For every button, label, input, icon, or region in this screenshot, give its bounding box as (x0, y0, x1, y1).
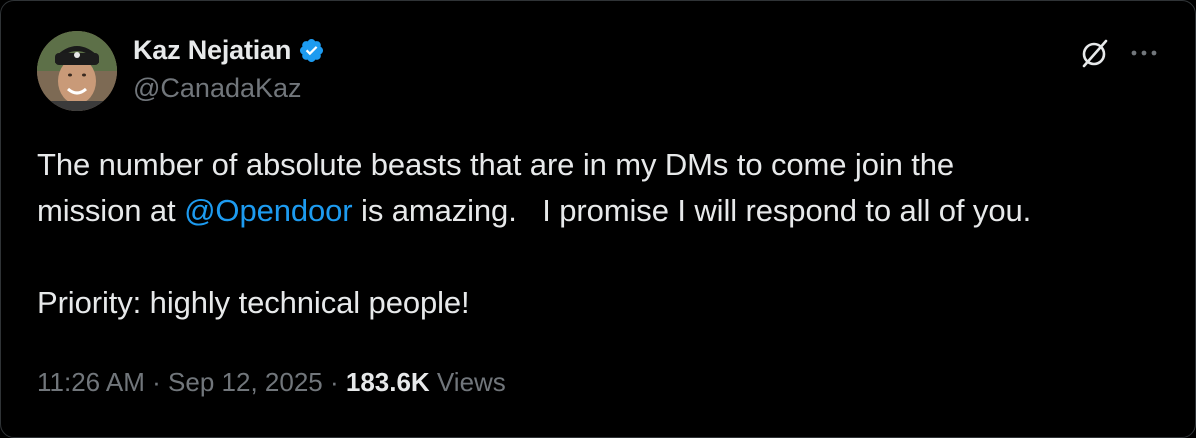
views-label: Views (429, 367, 506, 397)
avatar-image (37, 31, 117, 111)
verified-badge-icon[interactable] (298, 37, 325, 64)
tweet-text-line-1: The number of absolute beasts that are i… (37, 147, 955, 182)
tweet-time[interactable]: 11:26 AM (37, 367, 145, 398)
views-count[interactable]: 183.6K (346, 367, 430, 398)
mention-link[interactable]: @Opendoor (184, 193, 353, 228)
avatar[interactable] (37, 31, 117, 111)
tweet-meta: 11:26 AM · Sep 12, 2025 · 183.6K Views (37, 367, 506, 398)
tweet-text-line-4: Priority: highly technical people! (37, 285, 470, 320)
tweet-date[interactable]: Sep 12, 2025 (168, 367, 323, 398)
meta-separator: · (322, 367, 346, 397)
tweet-card: Kaz Nejatian @CanadaKaz The number of ab… (0, 0, 1196, 438)
author-display-name[interactable]: Kaz Nejatian (133, 35, 291, 66)
author-name-row: Kaz Nejatian (133, 32, 325, 68)
grok-icon[interactable] (1079, 37, 1111, 69)
author-handle[interactable]: @CanadaKaz (133, 73, 302, 104)
tweet-text-line-2-prefix: mission at (37, 193, 185, 228)
meta-separator: · (144, 367, 169, 397)
more-options-icon[interactable] (1127, 37, 1161, 69)
tweet-text-line-2-suffix: is amazing. I promise I will respond to … (352, 193, 1032, 228)
tweet-text: The number of absolute beasts that are i… (37, 142, 1157, 326)
tweet-top-actions (1079, 37, 1161, 69)
